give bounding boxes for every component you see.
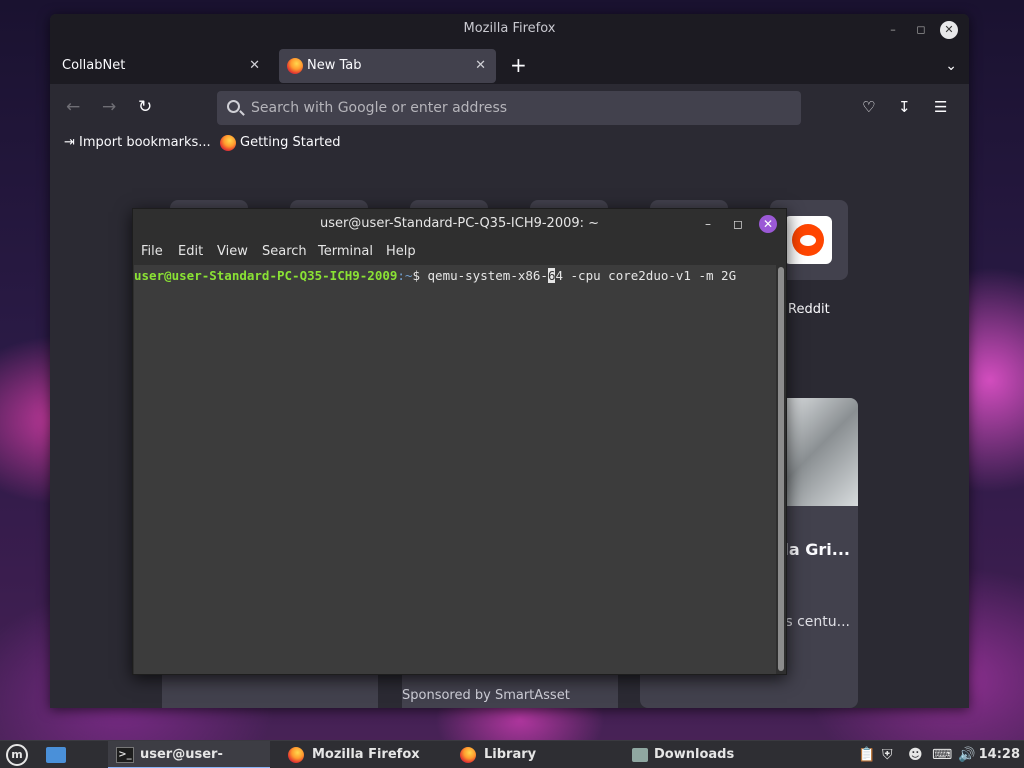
keyboard-icon[interactable]: ⌨ [932,746,952,764]
menu-view[interactable]: View [217,243,248,261]
bookmark-label: Import bookmarks... [79,135,211,150]
show-desktop-icon[interactable] [46,747,66,763]
tab-label: CollabNet [62,58,126,73]
pocket-icon[interactable]: ♡ [862,96,875,118]
firefox-icon [220,135,236,151]
taskbar-firefox[interactable]: Mozilla Firefox [288,741,438,768]
terminal-window: user@user-Standard-PC-Q35-ICH9-2009: ~ –… [132,208,787,675]
taskbar-label: Mozilla Firefox [312,747,420,762]
menu-terminal[interactable]: Terminal [318,243,373,261]
clock[interactable]: 14:28 [979,741,1020,768]
close-tab-icon[interactable]: ✕ [249,49,260,83]
tab-label: New Tab [307,58,362,73]
prompt-user: user@user-Standard-PC-Q35-ICH9-2009 [134,268,398,283]
close-tab-icon[interactable]: ✕ [475,49,486,83]
url-bar[interactable]: Search with Google or enter address [217,91,801,125]
minimize-icon[interactable]: – [699,215,717,233]
nav-bar: ← → ↻ Search with Google or enter addres… [50,84,969,132]
reddit-icon [792,224,824,256]
menu-edit[interactable]: Edit [178,243,203,261]
terminal-icon: >_ [116,746,134,763]
back-icon[interactable]: ← [66,96,80,118]
reload-icon[interactable]: ↻ [138,96,152,118]
list-all-tabs-icon[interactable]: ⌄ [945,49,957,83]
firefox-icon [287,58,303,74]
command-line: user@user-Standard-PC-Q35-ICH9-2009:~$ q… [134,267,736,285]
terminal-menubar: File Edit View Search Terminal Help [133,239,786,265]
terminal-output[interactable]: user@user-Standard-PC-Q35-ICH9-2009:~$ q… [134,265,776,674]
taskbar-label: Library [484,747,537,762]
close-window-button[interactable]: ✕ [759,215,777,233]
shield-icon[interactable]: ⛨ [882,746,893,764]
terminal-title: user@user-Standard-PC-Q35-ICH9-2009: ~ [319,216,600,231]
menu-search[interactable]: Search [262,243,307,261]
window-title: Mozilla Firefox [463,21,556,36]
taskbar-terminal[interactable]: >_user@user-Stand... [108,741,270,768]
tab-collabnet[interactable]: CollabNet ✕ [52,49,270,83]
maximize-icon[interactable]: ◻ [912,21,930,39]
forward-icon[interactable]: → [102,96,116,118]
top-site-label[interactable]: Reddit [788,302,830,317]
new-tab-button[interactable]: + [510,49,527,83]
maximize-icon[interactable]: ◻ [729,215,747,233]
firefox-icon [460,747,476,763]
user-icon[interactable]: ☻ [908,746,923,764]
firefox-icon [288,747,304,763]
firefox-titlebar[interactable]: Mozilla Firefox – ◻ ✕ [50,14,969,46]
taskbar-label: Downloads [654,747,735,762]
search-icon [227,100,240,113]
prompt-symbol: $ [412,268,428,283]
taskbar-downloads[interactable]: Downloads [632,741,762,768]
menu-icon[interactable]: ☰ [934,96,947,118]
menu-help[interactable]: Help [386,243,416,261]
scrollbar[interactable] [778,267,784,671]
reddit-tile-image[interactable] [784,216,832,264]
story-card[interactable] [162,674,378,708]
bookmark-getting-started[interactable]: Getting Started [220,134,341,152]
taskbar-library[interactable]: Library [460,741,570,768]
bookmark-import[interactable]: ⇥ Import bookmarks... [64,134,211,152]
folder-icon [632,747,648,762]
menu-file[interactable]: File [141,243,163,261]
bookmarks-toolbar: ⇥ Import bookmarks... Getting Started [50,132,969,154]
import-icon: ⇥ [64,135,75,150]
bookmark-label: Getting Started [240,135,341,150]
close-window-button[interactable]: ✕ [940,21,958,39]
command-text: 4 -cpu core2duo-v1 -m 2G [555,268,737,283]
taskbar: m >_user@user-Stand... Mozilla Firefox L… [0,740,1024,768]
volume-icon[interactable]: 🔊 [958,746,975,764]
sponsored-label: Sponsored by SmartAsset [402,688,570,703]
menu-mint-icon[interactable]: m [6,744,28,766]
prompt-path: :~ [397,268,413,283]
command-text: qemu-system-x86- [427,268,548,283]
terminal-titlebar[interactable]: user@user-Standard-PC-Q35-ICH9-2009: ~ –… [133,209,786,239]
downloads-icon[interactable]: ↧ [898,96,911,118]
tab-bar: CollabNet ✕ New Tab ✕ + ⌄ [50,46,969,84]
url-placeholder: Search with Google or enter address [251,100,508,116]
tab-new-tab[interactable]: New Tab ✕ [279,49,496,83]
clipboard-icon[interactable]: 📋 [858,746,875,764]
minimize-icon[interactable]: – [884,21,902,39]
